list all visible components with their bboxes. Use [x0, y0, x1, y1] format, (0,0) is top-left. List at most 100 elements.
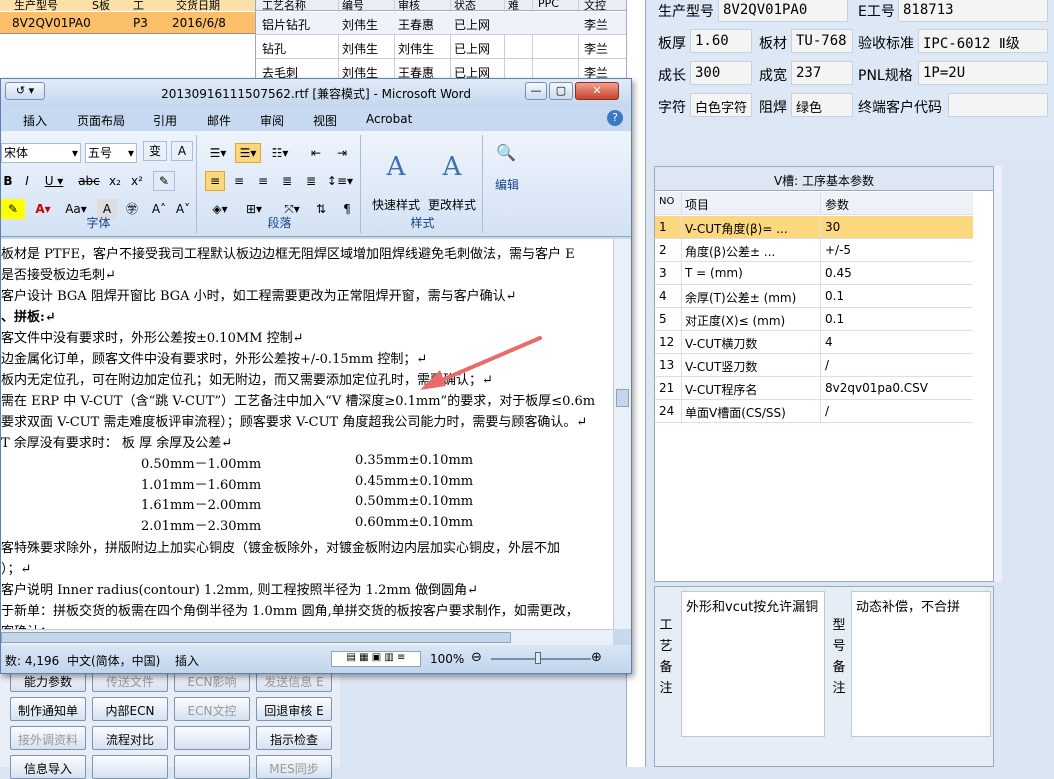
zoom-slider[interactable] — [491, 658, 591, 660]
zoom-in-icon[interactable]: ⊕ — [591, 650, 602, 665]
strikethrough-icon[interactable]: abc — [77, 171, 101, 191]
action-button[interactable]: 回退审核 E — [256, 697, 332, 721]
craft-note-text[interactable]: 外形和vcut按允许漏铜 — [681, 591, 825, 737]
help-icon[interactable]: ? — [607, 110, 623, 126]
vcut-row[interactable]: 13 V-CUT竖刀数 / — [655, 354, 973, 377]
clear-format-icon[interactable]: ✎ — [153, 171, 175, 191]
thickness-field[interactable]: 1.60 — [690, 29, 752, 53]
tab-acrobat[interactable]: Acrobat — [366, 112, 412, 126]
material-field[interactable]: TU-768 — [791, 29, 853, 53]
action-button[interactable] — [174, 726, 250, 750]
tab-mailings[interactable]: 邮件 — [207, 112, 231, 129]
restore-icon[interactable]: ▢ — [549, 82, 573, 100]
bold-icon[interactable]: B — [1, 171, 15, 191]
char-label: 字符 — [658, 100, 686, 116]
bullets-icon[interactable]: ☰▾ — [205, 143, 231, 163]
close-icon[interactable]: ✕ — [575, 82, 619, 100]
word-count[interactable]: 数: 4,196 — [5, 652, 59, 669]
action-button[interactable]: 接外调资料 — [10, 726, 86, 750]
action-button[interactable]: 制作通知单 — [10, 697, 86, 721]
vcut-param: / — [825, 358, 830, 372]
find-icon[interactable]: 🔍 — [489, 143, 523, 167]
vcut-row[interactable]: 3 T = (mm) 0.45 — [655, 262, 973, 285]
action-button[interactable]: 流程对比 — [92, 726, 168, 750]
insert-mode[interactable]: 插入 — [175, 652, 199, 669]
end-customer-field[interactable] — [948, 93, 1048, 117]
pnl-field[interactable]: 1P=2U — [918, 61, 1048, 85]
process-reviewer: 刘伟生 — [398, 42, 435, 56]
subscript-icon[interactable]: x₂ — [105, 171, 125, 191]
hscroll-thumb[interactable] — [1, 632, 511, 643]
align-left-icon[interactable]: ≡ — [205, 171, 225, 191]
vcut-row[interactable]: 12 V-CUT横刀数 4 — [655, 331, 973, 354]
standard-field[interactable]: IPC-6012 Ⅱ级 — [918, 29, 1048, 53]
vcut-item: 单面V槽面(CS/SS) — [685, 406, 786, 420]
scroll-thumb[interactable] — [616, 389, 629, 407]
vcut-row[interactable]: 1 V-CUT角度(β)= ... 30 — [655, 216, 973, 239]
length-field[interactable]: 300 — [690, 61, 752, 85]
distribute-icon[interactable]: ≣ — [301, 171, 321, 191]
action-button[interactable]: 内部ECN — [92, 697, 168, 721]
eng-field[interactable]: 818713 — [898, 0, 1048, 22]
char-field[interactable]: 白色字符 — [690, 93, 752, 117]
order-row-selected[interactable]: 8V2QV01PA0 P3 2016/6/8 — [0, 12, 255, 34]
superscript-icon[interactable]: x² — [127, 171, 147, 191]
vcut-row[interactable]: 24 单面V槽面(CS/SS) / — [655, 400, 973, 423]
char-border-icon[interactable]: A — [171, 141, 193, 161]
tab-layout[interactable]: 页面布局 — [77, 112, 125, 129]
edit-button[interactable]: 编辑 — [487, 175, 527, 195]
zoom-out-icon[interactable]: ⊖ — [471, 650, 482, 665]
minimize-icon[interactable]: — — [525, 82, 547, 100]
prod-model-field[interactable]: 8V2QV01PA0 — [718, 0, 848, 22]
vcut-scrollbar[interactable] — [994, 166, 1002, 582]
col-header-ppc[interactable]: PPC — [538, 0, 559, 10]
view-mode-icons[interactable]: ▤ ▦ ▣ ▥ ≡ — [331, 651, 421, 667]
process-row[interactable]: 铝片钻孔 刘伟生 王春惠 已上网 李兰 — [256, 12, 626, 35]
italic-icon[interactable]: I — [19, 171, 35, 191]
language-status[interactable]: 中文(简体，中国) — [67, 652, 160, 669]
vcut-row[interactable]: 5 对正度(X)≤ (mm) 0.1 — [655, 308, 973, 331]
zoom-slider-handle[interactable] — [535, 652, 541, 664]
action-button[interactable]: 信息导入 — [10, 755, 86, 779]
zoom-level[interactable]: 100% — [430, 652, 464, 666]
tab-review[interactable]: 审阅 — [260, 112, 284, 129]
width-field[interactable]: 237 — [791, 61, 853, 85]
align-center-icon[interactable]: ≡ — [229, 171, 249, 191]
justify-icon[interactable]: ≣ — [277, 171, 297, 191]
process-row[interactable]: 钻孔 刘伟生 刘伟生 已上网 李兰 — [256, 36, 626, 59]
mask-field[interactable]: 绿色 — [791, 93, 853, 117]
vcut-row[interactable]: 2 角度(β)公差± ... +/-5 — [655, 239, 973, 262]
font-name-select[interactable]: 宋体 ▾ — [1, 143, 81, 163]
increase-indent-icon[interactable]: ⇥ — [331, 143, 353, 163]
vcut-item: 角度(β)公差± ... — [685, 245, 776, 259]
tab-references[interactable]: 引用 — [153, 112, 177, 129]
change-styles-icon[interactable]: A — [427, 141, 477, 199]
underline-icon[interactable]: U ▾ — [41, 171, 67, 191]
action-button[interactable] — [92, 755, 168, 779]
process-grid: 工艺名称 编号 审核 状态 难 PPC 文控 铝片钻孔 刘伟生 王春惠 已上网 … — [256, 0, 626, 85]
action-button[interactable]: MES同步 — [256, 755, 332, 779]
quick-styles-icon[interactable]: A — [371, 141, 421, 199]
action-button[interactable]: 指示检查 — [256, 726, 332, 750]
vcut-item: 余厚(T)公差± (mm) — [685, 291, 797, 305]
numbering-icon[interactable]: ☰▾ — [235, 143, 261, 163]
action-button[interactable] — [174, 755, 250, 779]
vcut-row[interactable]: 21 V-CUT程序名 8v2qv01pa0.CSV — [655, 377, 973, 400]
word-titlebar: ↺ ▾ 20130916111507562.rtf [兼容模式] - Micro… — [1, 79, 631, 107]
document-page[interactable]: 板材是 PTFE，客户不接受我司工程默认板边边框无阻焊区域增加阻焊线避免毛刺做法… — [1, 239, 613, 629]
vcut-row[interactable]: 4 余厚(T)公差± (mm) 0.1 — [655, 285, 973, 308]
tab-insert[interactable]: 插入 — [23, 112, 47, 129]
change-styles-button[interactable]: 更改样式 — [423, 195, 481, 215]
tab-view[interactable]: 视图 — [313, 112, 337, 129]
phonetic-icon[interactable]: 变 — [143, 141, 167, 161]
align-right-icon[interactable]: ≡ — [253, 171, 273, 191]
quick-styles-button[interactable]: 快速样式 — [367, 195, 425, 215]
doc-vertical-scrollbar[interactable] — [613, 239, 631, 629]
decrease-indent-icon[interactable]: ⇤ — [305, 143, 327, 163]
line-spacing-icon[interactable]: ↕≡▾ — [325, 171, 355, 191]
doc-horizontal-scrollbar[interactable] — [1, 629, 613, 645]
font-size-select[interactable]: 五号 ▾ — [85, 143, 137, 163]
model-note-text[interactable]: 动态补偿，不合拼 — [851, 591, 991, 737]
action-button[interactable]: ECN文控 — [174, 697, 250, 721]
multilevel-list-icon[interactable]: ☷▾ — [265, 143, 295, 163]
